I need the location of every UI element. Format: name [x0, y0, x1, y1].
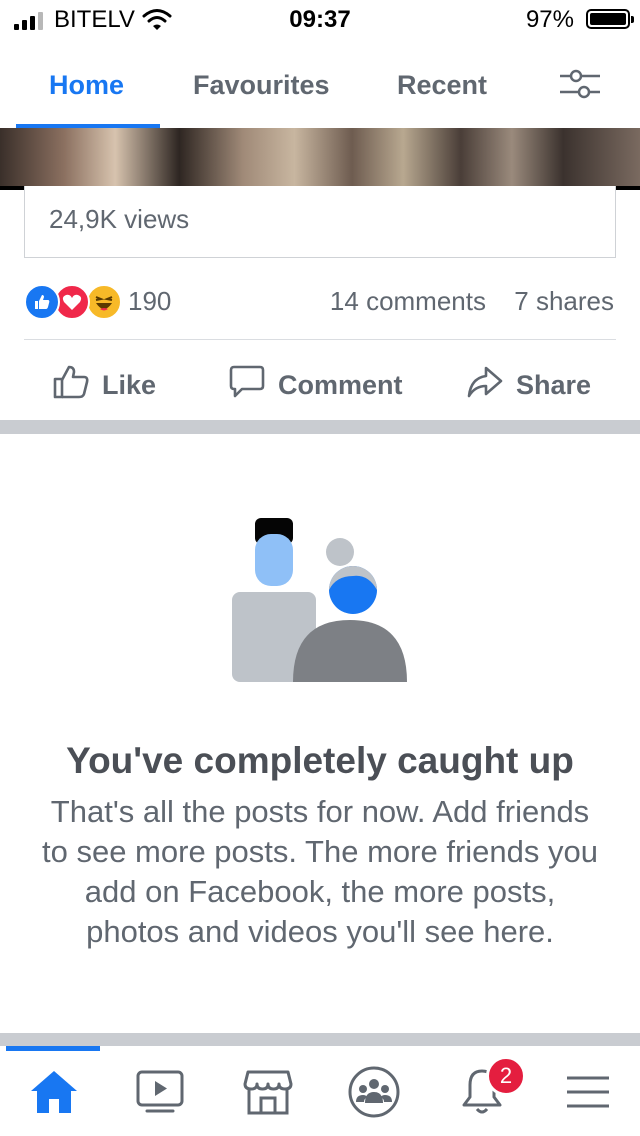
view-count: 24,9K views	[49, 204, 190, 234]
thumbs-up-icon	[52, 364, 90, 407]
reaction-count: 190	[128, 286, 172, 316]
menu-icon	[565, 1072, 611, 1117]
video-thumbnail[interactable]	[0, 128, 640, 190]
like-button[interactable]: Like	[52, 364, 156, 407]
bottom-navigation	[0, 1046, 640, 1136]
notifications-badge: 2	[486, 1056, 526, 1096]
share-label: Share	[516, 370, 592, 400]
feed-tabs: Home Favourites Recent	[0, 40, 640, 128]
feed-separator	[0, 420, 640, 434]
tab-favourites[interactable]: Favourites	[193, 70, 330, 101]
shares-count[interactable]: 7 shares	[514, 286, 614, 317]
nav-home[interactable]	[24, 1066, 84, 1122]
tab-home[interactable]: Home	[49, 70, 124, 101]
home-icon	[29, 1069, 79, 1120]
haha-reaction-icon	[86, 284, 122, 320]
filter-icon[interactable]	[558, 66, 602, 107]
battery-percentage: 97%	[525, 6, 574, 33]
friends-illustration	[228, 514, 412, 691]
like-reaction-icon	[24, 284, 60, 320]
video-info-box: 24,9K views	[24, 186, 616, 258]
marketplace-icon	[243, 1068, 293, 1121]
nav-watch[interactable]	[130, 1066, 190, 1122]
nav-groups[interactable]	[344, 1066, 404, 1122]
tab-recent[interactable]: Recent	[397, 70, 487, 101]
share-button[interactable]: Share	[466, 364, 591, 407]
nav-menu[interactable]	[558, 1066, 618, 1122]
comment-icon	[228, 364, 266, 407]
nav-marketplace[interactable]	[238, 1066, 298, 1122]
share-arrow-icon	[466, 364, 504, 407]
caught-up-message: That's all the posts for now. Add friend…	[42, 794, 598, 949]
active-nav-indicator	[6, 1046, 100, 1051]
feed-separator-bottom	[0, 1033, 640, 1046]
watch-icon	[135, 1069, 185, 1120]
groups-icon	[347, 1065, 401, 1124]
divider	[24, 339, 616, 340]
caught-up-title: You've completely caught up	[66, 740, 574, 781]
comment-label: Comment	[278, 370, 403, 400]
like-label: Like	[102, 370, 157, 400]
comment-button[interactable]: Comment	[228, 364, 403, 407]
battery-icon	[586, 9, 634, 29]
status-bar: BITELV 09:37 97%	[0, 0, 640, 40]
comments-count[interactable]: 14 comments	[330, 286, 486, 317]
